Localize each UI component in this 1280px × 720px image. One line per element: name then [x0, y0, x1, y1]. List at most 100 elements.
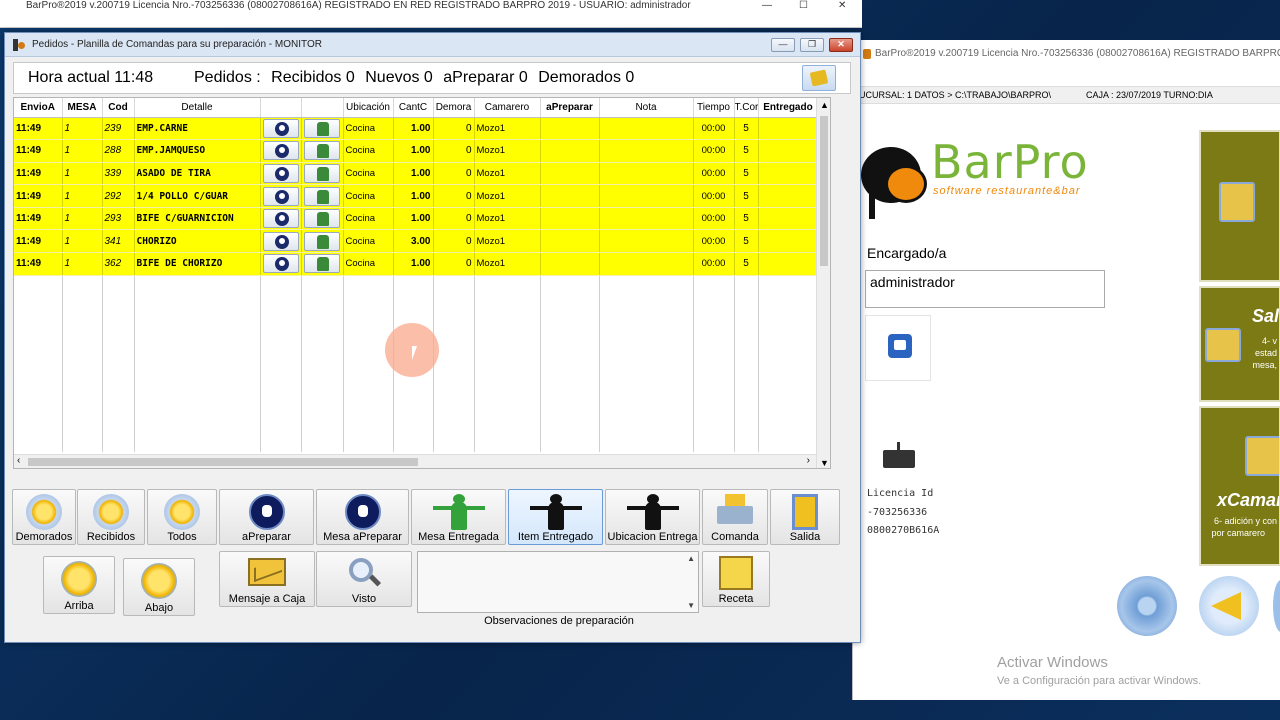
preparar-row-button[interactable]	[262, 254, 299, 274]
preparar-row-button[interactable]	[262, 141, 299, 161]
ubicacion-entrega-button[interactable]: Ubicacion Entrega	[605, 489, 700, 545]
close-icon[interactable]: ✕	[838, 0, 846, 11]
abajo-button[interactable]: Abajo	[123, 558, 195, 616]
gear-icon[interactable]	[1117, 576, 1177, 636]
entregar-row-button[interactable]	[304, 118, 340, 138]
todos-label: Todos	[167, 531, 197, 543]
encargado-field[interactable]: administrador	[865, 270, 1105, 308]
receta-button[interactable]: Receta	[702, 551, 770, 607]
users-button[interactable]	[865, 315, 931, 381]
next-arrow-icon[interactable]	[1273, 580, 1280, 632]
minimize-icon[interactable]: —	[762, 0, 772, 11]
item-entregado-button[interactable]: Item Entregado	[508, 489, 603, 545]
waiter-icon	[317, 121, 329, 136]
horizontal-scrollbar[interactable]: ‹ ›	[14, 454, 818, 468]
mesa-entregada-button[interactable]: Mesa Entregada	[411, 489, 506, 545]
col-detalle[interactable]: Detalle	[134, 98, 261, 118]
cell-demora: 0	[433, 162, 475, 186]
table-row[interactable]: 11:49 1 288 EMP.JAMQUESO Cocina 1.00 0 Mozo1 00:…	[14, 139, 819, 163]
entregar-row-button[interactable]	[304, 163, 340, 183]
salida-button[interactable]: Salida	[770, 489, 840, 545]
cell-nota	[599, 207, 694, 231]
col-cod[interactable]: Cod	[102, 98, 135, 118]
table-row[interactable]: 11:49 1 341 CHORIZO Cocina 3.00 0 Mozo1 00:00 5	[14, 229, 819, 254]
scroll-left-icon[interactable]: ‹	[17, 455, 20, 466]
cell-tiempo: 00:00	[693, 184, 735, 208]
ubicacion-entrega-label: Ubicacion Entrega	[607, 531, 698, 543]
col-tcor[interactable]: T.Cor	[734, 98, 759, 118]
vertical-scrollbar[interactable]: ▲ ▼	[816, 98, 830, 468]
recibidos-button[interactable]: Recibidos	[77, 489, 145, 545]
table-row[interactable]: 11:49 1 293 BIFE C/GUARNICION Cocina 1.00 0 Moz…	[14, 207, 819, 231]
chef-hat-icon	[248, 494, 285, 530]
cell-preparar-button	[260, 207, 302, 231]
todos-button[interactable]: Todos	[147, 489, 217, 545]
cell-cod: 341	[102, 229, 135, 254]
observaciones-textarea[interactable]: ▲ ▼	[417, 551, 699, 613]
mesa-apreparar-button[interactable]: Mesa aPreparar	[316, 489, 409, 545]
notes-icon[interactable]	[802, 65, 836, 91]
sun-icon	[93, 494, 129, 530]
textarea-scroll-down-icon[interactable]: ▼	[687, 601, 695, 610]
arriba-button[interactable]: Arriba	[43, 556, 115, 614]
preparar-row-button[interactable]	[262, 118, 299, 138]
table-row[interactable]: 11:49 1 239 EMP.CARNE Cocina 1.00 0 Mozo1 00:00 5	[14, 117, 819, 141]
col-mesa[interactable]: MESA	[62, 98, 103, 118]
minimize-button[interactable]: —	[771, 38, 795, 52]
horizontal-scroll-thumb[interactable]	[28, 458, 418, 466]
visto-button[interactable]: Visto	[316, 551, 412, 607]
cell-demora: 0	[433, 207, 475, 231]
col-ubicacion[interactable]: Ubicación	[343, 98, 394, 118]
col-action-1[interactable]	[260, 98, 302, 118]
preparar-row-button[interactable]	[262, 163, 299, 183]
cell-entregado	[758, 207, 819, 231]
entregar-row-button[interactable]	[304, 231, 340, 251]
cell-camarero: Mozo1	[474, 139, 541, 163]
col-envioa[interactable]: EnvioA	[14, 98, 63, 118]
side-tile-1[interactable]	[1199, 130, 1280, 282]
table-row[interactable]: 11:49 1 292 1/4 POLLO C/GUAR Cocina 1.00 0 Mozo…	[14, 184, 819, 208]
cell-entregar-button	[301, 207, 344, 231]
scroll-up-icon[interactable]: ▲	[820, 100, 829, 110]
table-row[interactable]: 11:49 1 362 BIFE DE CHORIZO Cocina 1.00 0 Mozo1…	[14, 252, 819, 276]
preparar-row-button[interactable]	[262, 231, 299, 251]
cell-detalle: BIFE C/GUARNICION	[134, 207, 261, 231]
col-apreparar[interactable]: aPreparar	[540, 98, 600, 118]
scroll-down-icon[interactable]: ▼	[820, 458, 829, 468]
mensaje-caja-button[interactable]: Mensaje a Caja	[219, 551, 315, 607]
col-entregado[interactable]: Entregado	[758, 98, 819, 118]
demorados-button[interactable]: Demorados	[12, 489, 76, 545]
calculator-icon	[1245, 436, 1279, 476]
preparar-row-button[interactable]	[262, 186, 299, 206]
maximize-icon[interactable]: ☐	[799, 0, 808, 11]
entregar-row-button[interactable]	[304, 186, 340, 206]
cell-mesa: 1	[62, 117, 103, 141]
col-cantc[interactable]: CantC	[393, 98, 434, 118]
comanda-button[interactable]: Comanda	[702, 489, 768, 545]
cell-cod: 362	[102, 252, 135, 276]
textarea-scroll-up-icon[interactable]: ▲	[687, 554, 695, 563]
col-nota[interactable]: Nota	[599, 98, 694, 118]
entregar-row-button[interactable]	[304, 141, 340, 161]
col-tiempo[interactable]: Tiempo	[693, 98, 735, 118]
side-tile-xcamarero[interactable]: xCamar 6- adición y con por camarero	[1199, 406, 1280, 566]
vertical-scroll-thumb[interactable]	[820, 116, 828, 266]
col-action-2[interactable]	[301, 98, 344, 118]
table-row[interactable]: 11:49 1 339 ASADO DE TIRA Cocina 1.00 0 Mozo1 00…	[14, 162, 819, 186]
maximize-button[interactable]: ❐	[800, 38, 824, 52]
col-demora[interactable]: Demora	[433, 98, 475, 118]
side-tile-salon[interactable]: Sal 4- v estad mesa,	[1199, 286, 1280, 402]
preparar-row-button[interactable]	[262, 209, 299, 229]
entregar-row-button[interactable]	[304, 209, 340, 229]
back-arrow-icon[interactable]	[1199, 576, 1259, 636]
entregar-row-button[interactable]	[304, 254, 340, 274]
scroll-right-icon[interactable]: ›	[807, 455, 810, 466]
waiter-icon	[317, 212, 329, 227]
status-header: Hora actual 11:48 Pedidos : Recibidos 0 …	[13, 62, 851, 94]
waiter-icon	[317, 234, 329, 249]
col-camarero[interactable]: Camarero	[474, 98, 541, 118]
keyboard-icon[interactable]	[883, 442, 915, 468]
apreparar-button[interactable]: aPreparar	[219, 489, 314, 545]
close-button[interactable]: ✕	[829, 38, 853, 52]
cell-cantc: 1.00	[393, 252, 434, 276]
